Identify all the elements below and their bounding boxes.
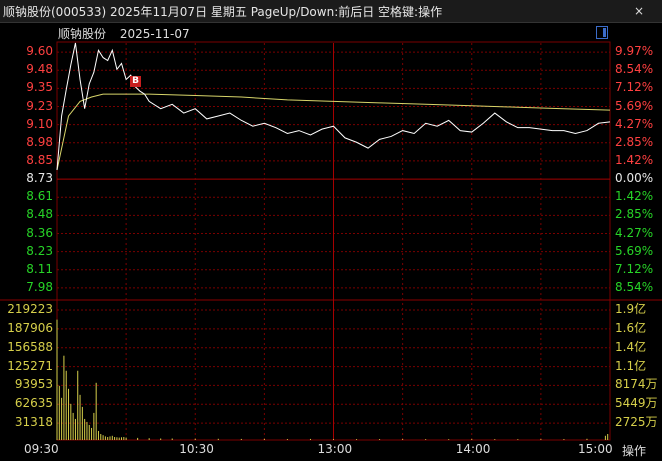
ops-button[interactable]: 操作 bbox=[622, 442, 646, 459]
time-tick-label: 09:30 bbox=[24, 442, 59, 456]
percent-tick-label: 9.97% bbox=[615, 44, 654, 59]
volume-tick-label: 156588 bbox=[7, 339, 53, 354]
time-tick-label: 13:00 bbox=[317, 442, 353, 456]
price-tick-label: 8.73 bbox=[26, 171, 53, 186]
price-tick-label: 8.85 bbox=[26, 152, 53, 167]
amount-tick-label: 2725万 bbox=[615, 415, 658, 430]
volume-tick-label: 219223 bbox=[7, 302, 53, 316]
time-tick-label: 10:30 bbox=[179, 442, 214, 456]
amount-tick-label: 1.9亿 bbox=[615, 302, 647, 316]
price-tick-label: 8.23 bbox=[26, 243, 53, 258]
intraday-chart bbox=[0, 41, 662, 441]
percent-tick-label: 4.27% bbox=[615, 225, 654, 240]
buy-marker-icon[interactable]: B bbox=[130, 76, 141, 87]
price-tick-label: 9.48 bbox=[26, 62, 53, 77]
percent-tick-label: 7.12% bbox=[615, 261, 654, 276]
percent-tick-label: 1.42% bbox=[615, 189, 654, 204]
percent-tick-label: 8.54% bbox=[615, 279, 654, 294]
percent-tick-label: 0.00% bbox=[615, 171, 654, 186]
price-tick-label: 7.98 bbox=[26, 279, 53, 294]
amount-tick-label: 1.4亿 bbox=[615, 339, 647, 354]
volume-tick-label: 93953 bbox=[14, 377, 53, 392]
percent-tick-label: 4.27% bbox=[615, 116, 654, 131]
price-tick-label: 8.98 bbox=[26, 134, 53, 149]
price-tick-label: 8.11 bbox=[26, 261, 53, 276]
price-tick-label: 9.23 bbox=[26, 98, 53, 113]
volume-tick-label: 125271 bbox=[7, 358, 53, 373]
amount-tick-label: 1.1亿 bbox=[615, 358, 647, 373]
price-tick-label: 8.36 bbox=[26, 225, 53, 240]
price-tick-label: 9.35 bbox=[26, 80, 53, 95]
amount-tick-label: 8174万 bbox=[615, 377, 658, 392]
time-tick-label: 15:00 bbox=[578, 442, 613, 456]
time-tick-label: 14:00 bbox=[455, 442, 491, 456]
volume-tick-label: 62635 bbox=[14, 396, 53, 411]
percent-tick-label: 5.69% bbox=[615, 98, 654, 113]
price-tick-label: 8.61 bbox=[26, 189, 53, 204]
percent-tick-label: 2.85% bbox=[615, 207, 654, 222]
price-tick-label: 9.10 bbox=[26, 116, 53, 131]
percent-tick-label: 7.12% bbox=[615, 80, 654, 95]
percent-tick-label: 2.85% bbox=[615, 134, 654, 149]
volume-tick-label: 187906 bbox=[7, 320, 53, 335]
volume-tick-label: 31318 bbox=[14, 415, 53, 430]
percent-tick-label: 5.69% bbox=[615, 243, 654, 258]
amount-tick-label: 5449万 bbox=[615, 396, 658, 411]
percent-tick-label: 8.54% bbox=[615, 62, 654, 77]
amount-tick-label: 1.6亿 bbox=[615, 320, 647, 335]
percent-tick-label: 1.42% bbox=[615, 152, 654, 167]
price-tick-label: 8.48 bbox=[26, 207, 53, 222]
price-tick-label: 9.60 bbox=[26, 44, 53, 59]
